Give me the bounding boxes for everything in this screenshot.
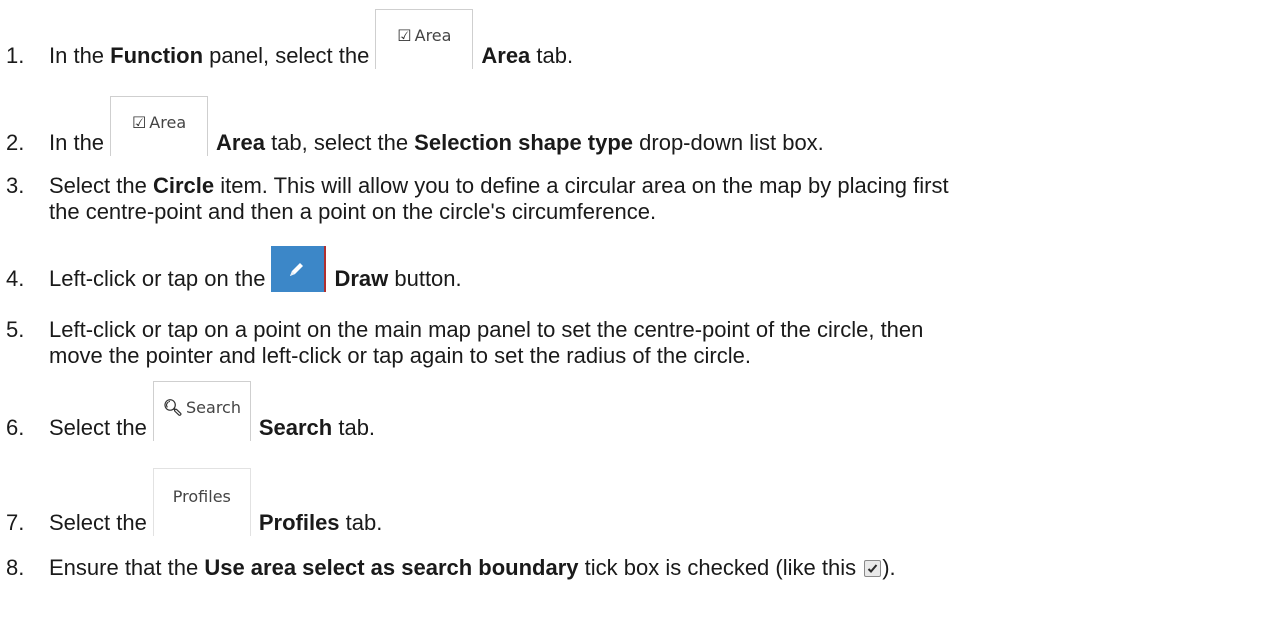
edit-square-icon: ☑	[131, 113, 147, 132]
edit-square-icon: ☑	[397, 26, 412, 45]
step-number: 3.	[6, 173, 25, 198]
step-number: 2.	[6, 130, 25, 155]
search-tab-image: 🔍︎ Search	[152, 381, 251, 441]
search-icon: 🔍︎	[162, 398, 184, 417]
step-number: 6.	[6, 415, 25, 440]
area-tab-image: ☑ Area	[110, 96, 209, 156]
area-tab-image: ☑ Area	[375, 9, 474, 69]
step-number: 4.	[6, 266, 25, 291]
step-number: 8.	[6, 555, 25, 580]
pencil-icon	[290, 263, 304, 276]
draw-button-image	[271, 246, 327, 292]
profiles-tab-image: Profiles	[152, 468, 251, 536]
step-number: 1.	[6, 43, 25, 68]
checked-checkbox-icon	[864, 560, 882, 577]
step-number: 7.	[6, 510, 25, 535]
step-number: 5.	[6, 317, 25, 342]
